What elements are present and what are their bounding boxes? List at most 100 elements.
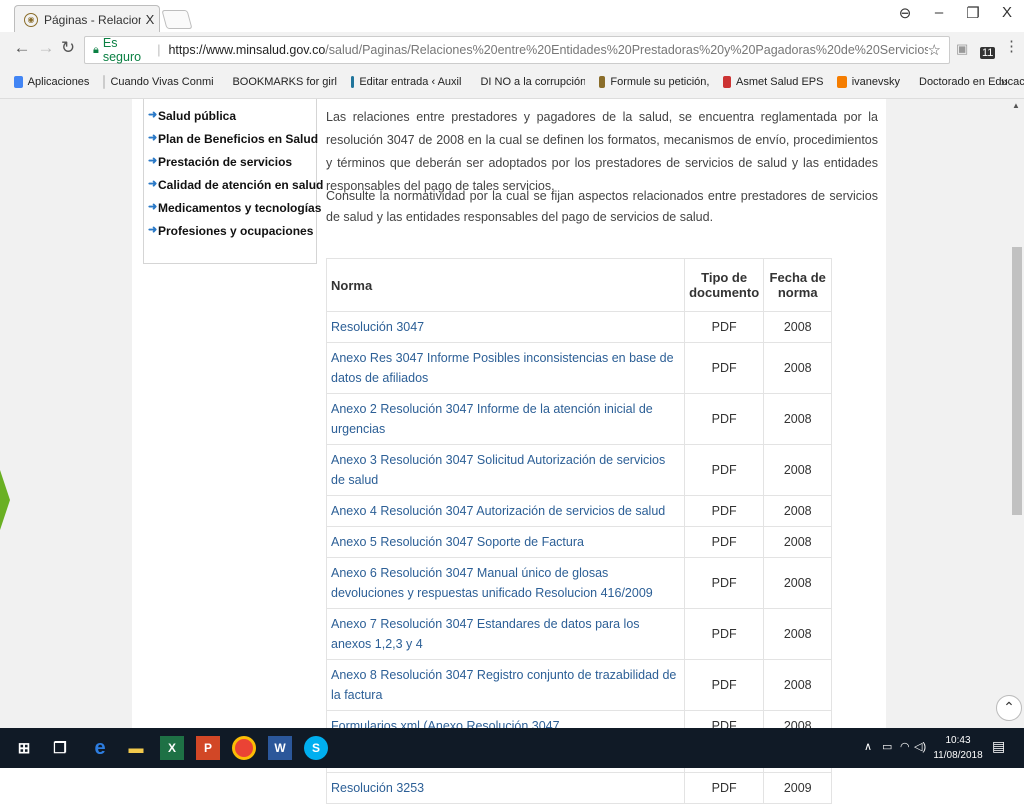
fecha-norma: 2008: [763, 659, 832, 711]
excel-icon[interactable]: X: [160, 736, 184, 760]
reload-icon[interactable]: ↻: [58, 38, 78, 58]
bookmark-item[interactable]: ivanevsky: [837, 76, 900, 88]
consult-paragraph: Consulte la normatividad por la cual se …: [326, 189, 878, 224]
vertical-scrollbar[interactable]: ▲: [1010, 99, 1024, 729]
edge-icon[interactable]: e: [88, 736, 112, 760]
tipo-documento: PDF: [683, 526, 765, 558]
fecha-norma: 2008: [763, 342, 832, 394]
file-explorer-icon[interactable]: ▬: [124, 736, 148, 760]
volume-icon[interactable]: ◁): [914, 740, 926, 753]
back-arrow-icon[interactable]: ←: [12, 38, 32, 58]
restore-button[interactable]: ❐: [958, 4, 988, 22]
table-row: Anexo 6 Resolución 3047 Manual único de …: [326, 557, 832, 609]
tipo-documento: PDF: [683, 608, 765, 660]
fecha-norma: 2008: [763, 526, 832, 558]
powerpoint-icon[interactable]: P: [196, 736, 220, 760]
table-row: Anexo 3 Resolución 3047 Solicitud Autori…: [326, 444, 832, 496]
bookmark-item[interactable]: Formule su petición,: [599, 76, 709, 88]
battery-icon[interactable]: ▭: [882, 740, 892, 753]
table-row: Resolución 3253 PDF 2009: [326, 772, 832, 804]
header-tipo: Tipo de documento: [683, 258, 765, 312]
taskbar-clock[interactable]: 10:43 11/08/2018: [930, 733, 986, 763]
bookmark-item[interactable]: Asmet Salud EPS: [723, 76, 823, 88]
norma-link[interactable]: Anexo 3 Resolución 3047 Solicitud Autori…: [326, 444, 685, 496]
arrow-icon: ➜: [148, 178, 158, 190]
word-icon[interactable]: W: [268, 736, 292, 760]
task-view-icon[interactable]: ❐: [48, 736, 72, 760]
browser-toolbar: ← → ↻ 🔒︎ Es seguro | https://www.minsalu…: [0, 32, 1024, 66]
clock-date: 11/08/2018: [933, 750, 983, 761]
url-path: /salud/Paginas/Relaciones%20entre%20Enti…: [325, 43, 928, 57]
scrollbar-thumb[interactable]: [1012, 247, 1022, 515]
table-header-row: Norma Tipo de documento Fecha de norma: [326, 258, 832, 312]
sidebar-menu: ➜ Salud pública ➜ Plan de Beneficios en Sal…: [143, 99, 323, 264]
fecha-norma: 2008: [763, 393, 832, 445]
menu-kebab-icon[interactable]: ⋮: [1004, 37, 1019, 55]
bookmark-item[interactable]: Cuando Vivas Conmig: [103, 75, 213, 89]
bookmark-label: Cuando Vivas Conmig: [110, 76, 214, 88]
extension-badge[interactable]: 11: [980, 47, 996, 59]
bookmark-label: Aplicaciones: [27, 76, 90, 88]
tipo-documento: PDF: [683, 772, 765, 804]
norma-link[interactable]: Resolución 3047: [326, 311, 685, 343]
slide-accent-triangle: [0, 470, 10, 530]
table-row: Anexo 8 Resolución 3047 Registro conjunt…: [326, 659, 832, 711]
forward-arrow-icon[interactable]: →: [36, 38, 56, 58]
norma-link[interactable]: Anexo 6 Resolución 3047 Manual único de …: [326, 557, 685, 609]
norma-link[interactable]: Anexo 5 Resolución 3047 Soporte de Factu…: [326, 526, 685, 558]
table-row: Resolución 3047 PDF 2008: [326, 311, 832, 343]
tab-close-icon[interactable]: X: [141, 12, 159, 27]
scroll-up-icon[interactable]: ▲: [1012, 101, 1020, 110]
norma-link[interactable]: Anexo Res 3047 Informe Posibles inconsis…: [326, 342, 685, 394]
sidebar-item[interactable]: ➜ Prestación de servicios: [144, 155, 316, 178]
tipo-documento: PDF: [683, 557, 765, 609]
pdf-extension-icon[interactable]: ▣: [956, 41, 968, 57]
sidebar-item[interactable]: ➜ Salud pública: [144, 109, 316, 132]
more-bookmarks-icon[interactable]: »: [1001, 74, 1008, 89]
norma-link[interactable]: Anexo 4 Resolución 3047 Autorización de …: [326, 495, 685, 527]
tab-strip: ◉ Páginas - Relaciones entr X ⊖ – ❐ X: [0, 0, 1024, 33]
bookmark-item[interactable]: Aplicaciones: [14, 76, 89, 88]
url-host: https://www.minsalud.gov.co: [168, 43, 326, 57]
notifications-icon[interactable]: ▤: [992, 738, 1005, 755]
sidebar-item[interactable]: ➜ Plan de Beneficios en Salud: [144, 132, 318, 155]
minimize-button[interactable]: –: [924, 4, 954, 21]
windows-start-icon[interactable]: ⊞: [12, 736, 36, 760]
account-icon[interactable]: ⊖: [890, 4, 920, 22]
address-bar[interactable]: 🔒︎ Es seguro | https://www.minsalud.gov.…: [84, 36, 950, 64]
fecha-norma: 2008: [763, 444, 832, 496]
close-window-button[interactable]: X: [992, 4, 1022, 21]
omnibox-divider: |: [157, 43, 161, 57]
tipo-documento: PDF: [683, 393, 765, 445]
bookmark-item[interactable]: BOOKMARKS for girls: [227, 76, 337, 88]
browser-tab[interactable]: ◉ Páginas - Relaciones entr X: [14, 5, 160, 33]
bookmark-star-icon[interactable]: ☆: [928, 41, 941, 59]
new-tab-button[interactable]: [161, 10, 193, 29]
bookmark-item[interactable]: DI NO a la corrupción: [475, 76, 585, 88]
wifi-icon[interactable]: ◠: [900, 740, 910, 753]
bookmark-favicon-icon: [837, 76, 847, 88]
scroll-to-top-icon[interactable]: ⌃: [996, 695, 1022, 721]
bookmark-item[interactable]: Editar entrada ‹ Auxil: [351, 76, 461, 88]
bookmark-label: BOOKMARKS for girls: [232, 76, 338, 88]
skype-icon[interactable]: S: [304, 736, 328, 760]
bookmark-label: Asmet Salud EPS: [736, 76, 824, 88]
chrome-icon[interactable]: [232, 736, 256, 760]
norma-link[interactable]: Anexo 8 Resolución 3047 Registro conjunt…: [326, 659, 685, 711]
norma-link[interactable]: Anexo 2 Resolución 3047 Informe de la at…: [326, 393, 685, 445]
header-norma: Norma: [326, 258, 685, 312]
arrow-icon: ➜: [148, 155, 158, 167]
sidebar-item[interactable]: ➜ Profesiones y ocupaciones: [144, 224, 316, 247]
table-row: Anexo 2 Resolución 3047 Informe de la at…: [326, 393, 832, 445]
sidebar-item[interactable]: ➜ Medicamentos y tecnologías: [144, 201, 321, 224]
bookmark-label: Editar entrada ‹ Auxil: [359, 76, 462, 88]
fecha-norma: 2008: [763, 608, 832, 660]
windows-taskbar: ⊞ ❐ e ▬ X P W S ∧ ▭ ◠ ◁) 10:43 11/08/201…: [0, 728, 1024, 768]
norma-link[interactable]: Anexo 7 Resolución 3047 Estandares de da…: [326, 608, 685, 660]
sidebar-item-label: Calidad de atención en salud: [158, 178, 324, 192]
sidebar-item[interactable]: ➜ Calidad de atención en salud: [144, 178, 323, 201]
bookmark-label: Formule su petición,: [610, 76, 710, 88]
bookmark-label: Doctorado en Educac: [919, 76, 1024, 88]
tray-chevron-icon[interactable]: ∧: [864, 740, 872, 753]
norma-link[interactable]: Resolución 3253: [326, 772, 685, 804]
